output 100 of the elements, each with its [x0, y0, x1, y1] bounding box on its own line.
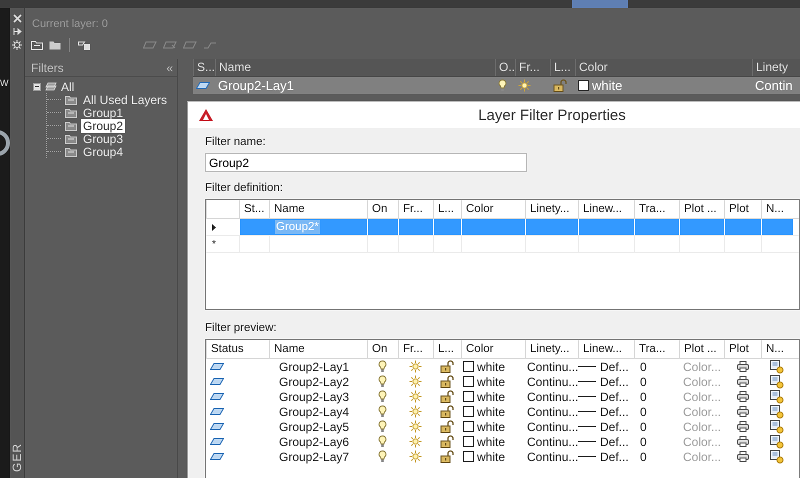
color-swatch[interactable] — [463, 436, 474, 447]
line-sample — [578, 411, 596, 412]
layer-name: Group2-Lay4 — [278, 404, 350, 418]
column-header[interactable]: L... — [433, 200, 461, 218]
column-header[interactable]: Linety — [752, 59, 800, 76]
column-header[interactable]: S... — [193, 59, 215, 76]
tree-item[interactable]: All Used Layers — [81, 92, 170, 106]
open-padlock-icon[interactable] — [440, 375, 454, 388]
viewport-freeze-icon[interactable] — [770, 360, 784, 374]
printer-icon[interactable] — [736, 361, 748, 372]
column-header[interactable]: Fr... — [515, 59, 550, 76]
column-header[interactable]: On — [367, 340, 398, 358]
color-name: white — [477, 390, 506, 404]
column-header[interactable]: St... — [239, 200, 269, 218]
collapse-button[interactable]: « — [166, 60, 173, 74]
column-header[interactable]: N... — [761, 340, 793, 358]
open-padlock-icon[interactable] — [440, 360, 454, 373]
viewport-freeze-icon[interactable] — [770, 404, 784, 418]
column-header[interactable]: Plot ... — [679, 340, 724, 358]
color-swatch[interactable] — [463, 376, 474, 387]
column-header[interactable]: Color — [461, 340, 525, 358]
color-swatch[interactable] — [463, 421, 474, 432]
linetype-cell: Contin — [755, 78, 793, 93]
open-padlock-icon[interactable] — [440, 420, 454, 433]
lightbulb-icon[interactable] — [378, 450, 387, 463]
layer-row[interactable]: Group2-Lay1 white Contin — [193, 77, 800, 94]
new-filter-icon[interactable] — [31, 40, 43, 50]
tree-item[interactable]: Group4 — [81, 144, 126, 158]
lightbulb-icon[interactable] — [378, 375, 387, 388]
open-padlock-icon[interactable] — [553, 79, 567, 92]
color-swatch[interactable] — [463, 391, 474, 402]
column-header[interactable]: Name — [269, 340, 367, 358]
color-swatch[interactable] — [463, 451, 474, 462]
close-icon[interactable] — [12, 14, 22, 23]
layer-states-icon[interactable] — [78, 39, 91, 51]
viewport-freeze-icon[interactable] — [770, 374, 784, 388]
column-header[interactable]: Linety... — [525, 340, 578, 358]
lightbulb-icon[interactable] — [378, 390, 387, 403]
column-header[interactable]: Color — [575, 59, 752, 76]
lightbulb-icon[interactable] — [378, 435, 387, 448]
color-name: white — [477, 450, 506, 464]
column-header[interactable]: Tra... — [634, 200, 679, 218]
printer-icon[interactable] — [736, 421, 748, 432]
column-header[interactable]: Name — [269, 200, 367, 218]
column-header[interactable]: L... — [550, 59, 575, 76]
color-name: white — [477, 434, 506, 448]
open-padlock-icon[interactable] — [440, 450, 454, 463]
column-header[interactable]: Fr... — [398, 340, 433, 358]
color-swatch[interactable] — [463, 406, 474, 417]
open-padlock-icon[interactable] — [440, 435, 454, 448]
column-header[interactable]: Status — [206, 340, 269, 358]
sun-icon[interactable] — [518, 79, 531, 92]
column-header[interactable]: Plot — [724, 340, 761, 358]
printer-icon[interactable] — [736, 451, 748, 462]
lightbulb-icon[interactable] — [378, 420, 387, 433]
printer-icon[interactable] — [736, 391, 748, 402]
app-logo-icon — [198, 108, 214, 122]
column-header[interactable]: Color — [461, 200, 525, 218]
tree-item[interactable]: All — [61, 80, 74, 94]
column-header[interactable]: Plot ... — [679, 200, 724, 218]
printer-icon[interactable] — [736, 406, 748, 417]
column-header[interactable]: O.. — [495, 59, 515, 76]
viewport-freeze-icon[interactable] — [770, 450, 784, 464]
open-padlock-icon[interactable] — [440, 390, 454, 403]
column-header[interactable]: Linew... — [578, 340, 634, 358]
layer-name: Group2-Lay1 — [278, 360, 350, 374]
column-header[interactable]: On — [367, 200, 398, 218]
color-swatch[interactable] — [578, 80, 589, 91]
palette-title: GER — [10, 442, 24, 472]
layer-status-icon — [210, 423, 224, 430]
filter-name-field[interactable]: Group2 — [205, 153, 527, 172]
column-header[interactable]: Fr... — [398, 200, 433, 218]
tree-item[interactable]: Group2 — [81, 118, 126, 132]
collapse-toggle[interactable] — [33, 82, 41, 90]
column-header[interactable]: Name — [215, 59, 495, 76]
pin-icon[interactable] — [12, 27, 22, 36]
column-header[interactable]: L... — [433, 340, 461, 358]
lightbulb-icon[interactable] — [378, 405, 387, 418]
column-header[interactable]: N... — [761, 200, 793, 218]
printer-icon[interactable] — [736, 436, 748, 447]
color-swatch[interactable] — [463, 361, 474, 372]
filter-name-label: Filter name: — [205, 136, 267, 150]
lineweight-cell: Def... — [600, 390, 629, 404]
transparency-cell: 0 — [640, 374, 647, 388]
printer-icon[interactable] — [736, 376, 748, 387]
column-header[interactable]: Tra... — [634, 340, 679, 358]
tree-item[interactable]: Group3 — [81, 132, 126, 146]
folder-icon[interactable] — [49, 40, 61, 50]
viewport-freeze-icon[interactable] — [770, 434, 784, 448]
lightbulb-icon[interactable] — [378, 360, 387, 373]
viewport-freeze-icon[interactable] — [770, 420, 784, 434]
column-header[interactable]: Linety... — [525, 200, 578, 218]
viewport-freeze-icon[interactable] — [770, 390, 784, 404]
tree-item[interactable]: Group1 — [81, 106, 126, 120]
open-padlock-icon[interactable] — [440, 405, 454, 418]
column-header[interactable]: Linew... — [578, 200, 634, 218]
lightbulb-icon[interactable] — [498, 79, 507, 92]
column-header[interactable]: Plot — [724, 200, 761, 218]
settings-icon[interactable] — [12, 40, 22, 50]
current-row-icon — [212, 224, 216, 230]
